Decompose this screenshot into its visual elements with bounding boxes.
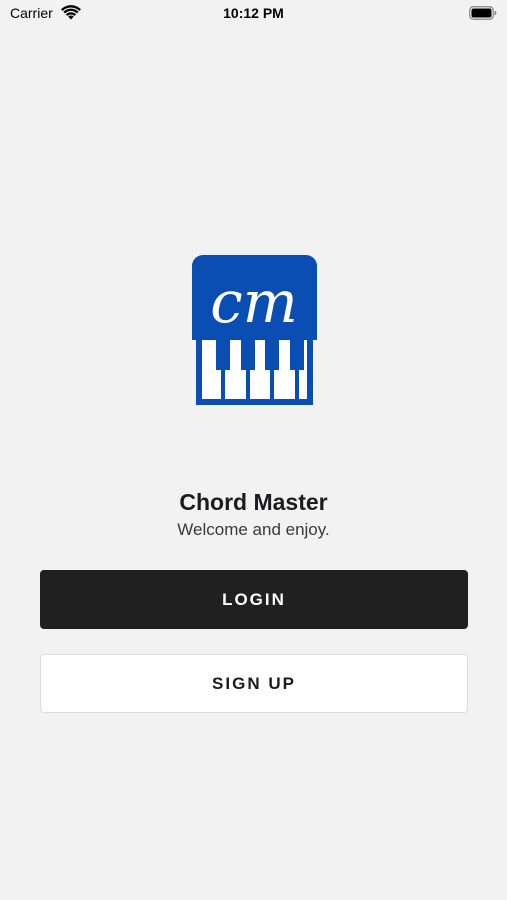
login-button[interactable]: LOGIN (40, 570, 468, 629)
logo-monogram: cm (210, 268, 297, 336)
status-bar: Carrier 10:12 PM (0, 0, 507, 28)
app-subtitle: Welcome and enjoy. (177, 520, 330, 539)
battery-full-icon (469, 6, 497, 20)
sign-up-button[interactable]: SIGN UP (40, 654, 468, 713)
status-time: 10:12 PM (223, 5, 284, 21)
sign-up-button-label: SIGN UP (212, 673, 296, 693)
login-button-label: LOGIN (222, 589, 286, 609)
app-title: Chord Master (179, 489, 328, 515)
app-logo: cm (192, 255, 317, 405)
